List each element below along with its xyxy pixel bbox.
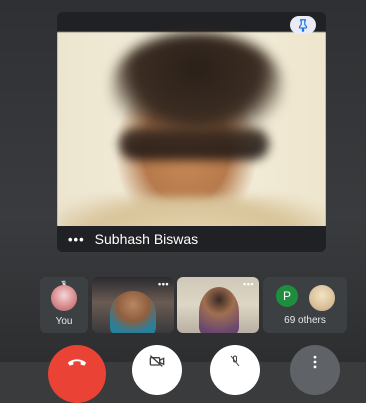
participant-tile[interactable]: ••• [177, 277, 259, 333]
participant-avatar [307, 283, 337, 313]
self-tile[interactable]: You [40, 277, 88, 333]
speaker-more-button[interactable]: ••• [68, 232, 85, 247]
camera-off-icon [149, 355, 165, 367]
mic-off-icon [230, 355, 240, 367]
participant-more-button[interactable]: ••• [158, 279, 169, 289]
phone-hangup-icon [67, 359, 87, 366]
participant-avatar: P [276, 285, 298, 307]
more-options-button[interactable] [290, 345, 340, 395]
camera-toggle-button[interactable] [132, 345, 182, 395]
speaker-name-bar: ••• Subhash Biswas [57, 226, 326, 252]
self-label: You [55, 316, 73, 327]
speaker-video [57, 32, 326, 238]
end-call-button[interactable] [48, 345, 106, 403]
participant-more-button[interactable]: ••• [243, 279, 254, 289]
others-tile[interactable]: P 69 others [263, 277, 347, 333]
main-speaker-tile[interactable]: ••• Subhash Biswas [57, 12, 326, 252]
speaker-name: Subhash Biswas [94, 231, 199, 247]
participant-tile[interactable]: ••• [92, 277, 174, 333]
pin-icon [298, 19, 308, 32]
pin-button[interactable] [290, 16, 316, 34]
mic-toggle-button[interactable] [210, 345, 260, 395]
more-vert-icon [313, 355, 317, 369]
self-avatar [51, 285, 77, 311]
meeting-screen: ••• Subhash Biswas You ••• ••• P 69 othe… [0, 0, 366, 403]
others-count-label: 69 others [284, 315, 326, 326]
